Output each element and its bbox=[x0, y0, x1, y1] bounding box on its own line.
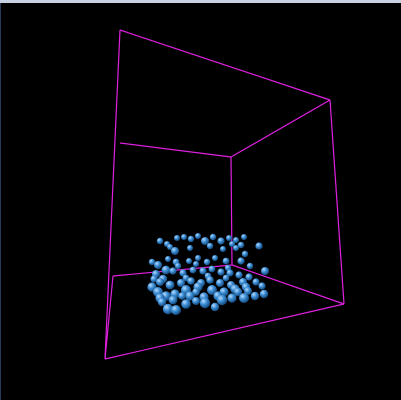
particle-sphere bbox=[187, 277, 195, 285]
box-edge-front-left bbox=[104, 29, 121, 360]
particle-sphere bbox=[259, 289, 269, 299]
particle-sphere bbox=[226, 235, 232, 241]
scene-canvas[interactable] bbox=[0, 0, 401, 400]
particle-sphere bbox=[237, 257, 245, 265]
box-edge-connector-bottom-left bbox=[104, 275, 114, 360]
particle-sphere bbox=[193, 261, 199, 267]
particle-sphere bbox=[206, 242, 214, 250]
3d-viewport[interactable] bbox=[0, 0, 401, 400]
particle-sphere bbox=[217, 237, 225, 245]
particle-sphere bbox=[195, 255, 201, 261]
particle-sphere bbox=[192, 297, 200, 305]
particle-sphere bbox=[220, 246, 226, 252]
particle-sphere bbox=[195, 233, 201, 239]
box-edge-front-top bbox=[119, 29, 331, 101]
particle-sphere bbox=[208, 265, 216, 273]
particle-sphere bbox=[199, 267, 207, 275]
particle-sphere bbox=[241, 234, 247, 240]
particle-sphere bbox=[174, 235, 180, 241]
particle-sphere bbox=[210, 302, 220, 312]
box-edge-front-bottom bbox=[104, 303, 345, 360]
particle-sphere bbox=[187, 245, 193, 251]
box-edge-back-top bbox=[119, 142, 232, 158]
particle-sphere bbox=[203, 258, 211, 266]
particle-sphere bbox=[255, 242, 263, 250]
particle-sphere bbox=[227, 293, 237, 303]
particle-sphere bbox=[235, 271, 243, 279]
particle-sphere bbox=[261, 267, 269, 275]
particle-sphere bbox=[171, 305, 181, 315]
particle-sphere bbox=[171, 247, 179, 255]
particle-sphere bbox=[181, 299, 191, 309]
particle-sphere bbox=[222, 274, 230, 282]
particle-sphere bbox=[216, 279, 224, 287]
particle-sphere bbox=[222, 257, 230, 265]
particle-sphere bbox=[250, 291, 260, 301]
particle-sphere bbox=[206, 276, 214, 284]
particle-sphere bbox=[241, 250, 249, 258]
particle-sphere bbox=[169, 267, 177, 275]
particle-cloud bbox=[147, 233, 269, 315]
particle-sphere bbox=[217, 268, 225, 276]
particle-sphere bbox=[209, 233, 217, 241]
particle-sphere bbox=[168, 295, 178, 305]
particle-sphere bbox=[252, 278, 260, 286]
particle-sphere bbox=[187, 235, 195, 243]
particle-sphere bbox=[233, 245, 239, 251]
particle-sphere bbox=[181, 234, 187, 240]
particle-sphere bbox=[174, 262, 182, 270]
particle-sphere bbox=[246, 262, 254, 270]
particle-sphere bbox=[154, 261, 162, 269]
particle-sphere bbox=[212, 255, 218, 261]
particle-sphere bbox=[156, 237, 164, 245]
particle-sphere bbox=[186, 258, 192, 264]
box-edge-front-right bbox=[329, 99, 345, 305]
particle-sphere bbox=[165, 256, 171, 262]
box-edge-connector-top-right bbox=[230, 99, 331, 158]
particle-sphere bbox=[189, 266, 197, 274]
wireframe-box bbox=[104, 29, 345, 360]
particle-sphere bbox=[161, 265, 171, 275]
particle-sphere bbox=[165, 280, 175, 290]
particle-sphere bbox=[156, 278, 164, 286]
box-edge-back-right bbox=[230, 156, 233, 266]
particle-sphere bbox=[258, 282, 266, 290]
particle-sphere bbox=[216, 294, 228, 306]
particle-sphere bbox=[245, 273, 253, 281]
particle-sphere bbox=[199, 297, 211, 309]
particle-sphere bbox=[178, 292, 186, 300]
particle-sphere bbox=[239, 293, 249, 303]
